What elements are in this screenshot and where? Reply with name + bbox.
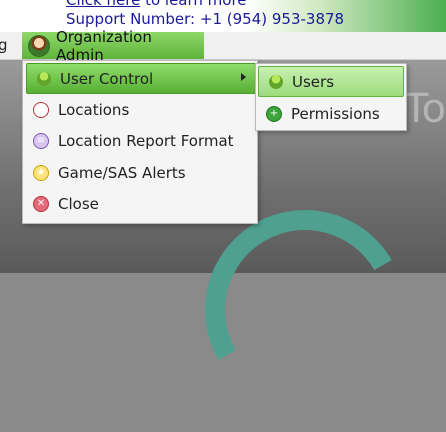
organization-admin-dropdown: User Control ■ Locations ≡ Location Repo…	[22, 60, 258, 224]
report-icon: ≡	[33, 132, 49, 149]
menu-item-close[interactable]: ✕ Close	[23, 189, 257, 218]
menu-item-label: Permissions	[291, 104, 380, 123]
plus-icon: +	[266, 105, 282, 122]
support-number: Support Number: +1 (954) 953-3878	[66, 10, 345, 28]
user-icon	[37, 71, 51, 86]
menu-item-location-report-format[interactable]: ≡ Location Report Format	[23, 126, 257, 155]
location-icon: ■	[33, 101, 49, 118]
menu-item-label: Locations	[58, 100, 130, 119]
menu-item-game-sas-alerts[interactable]: ★ Game/SAS Alerts	[23, 158, 257, 187]
background-logo-arc	[182, 187, 428, 432]
close-icon: ✕	[33, 195, 49, 212]
menu-bar: g Organization Admin	[0, 28, 446, 64]
organization-admin-icon	[28, 34, 50, 57]
menu-item-partial[interactable]: g	[0, 36, 8, 54]
learn-more-link[interactable]: Click here	[66, 0, 140, 9]
menu-organization-admin[interactable]: Organization Admin	[22, 28, 204, 64]
submenu-arrow-icon	[241, 73, 246, 81]
menu-item-locations[interactable]: ■ Locations	[23, 95, 257, 124]
alert-icon: ★	[33, 164, 49, 181]
menu-item-label: Close	[58, 194, 99, 213]
menu-item-label: Location Report Format	[58, 131, 234, 150]
organization-admin-label: Organization Admin	[55, 27, 152, 64]
menu-item-user-control[interactable]: User Control	[26, 63, 256, 94]
menu-item-users[interactable]: Users	[258, 66, 404, 97]
banner-line-1: Click here to learn more	[66, 0, 247, 9]
banner-line-1-text: to learn more	[140, 0, 247, 9]
user-icon	[269, 74, 283, 89]
background-heading-fragment: To	[404, 86, 446, 132]
user-control-submenu: Users + Permissions	[255, 63, 407, 131]
menu-item-permissions[interactable]: + Permissions	[256, 99, 406, 128]
menu-item-label: Users	[292, 72, 335, 91]
menu-item-label: User Control	[60, 69, 154, 88]
menu-item-label: Game/SAS Alerts	[58, 163, 186, 182]
